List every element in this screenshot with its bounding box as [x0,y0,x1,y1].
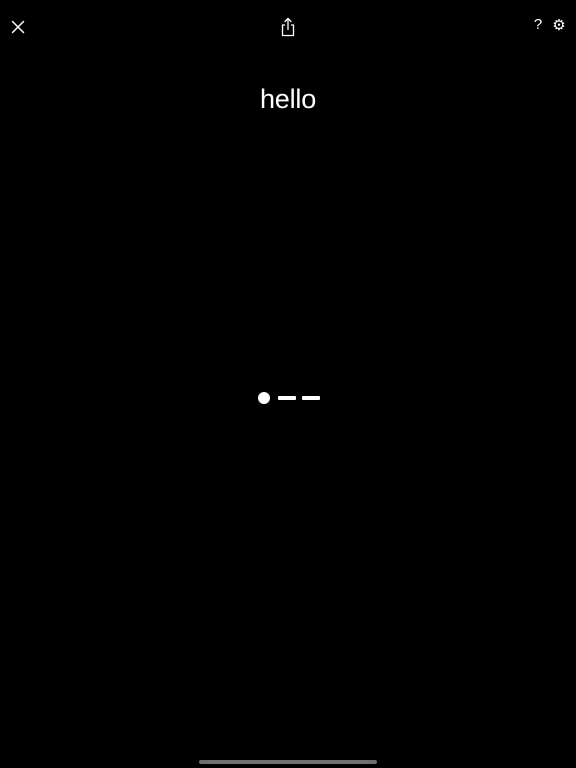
morse-dot-symbol [258,392,270,404]
gear-icon: ⚙ [552,16,566,34]
settings-button[interactable]: ⚙ [549,14,569,36]
close-icon [11,20,25,34]
morse-code-display [252,388,332,408]
help-icon: ? [533,16,543,33]
morse-dash-symbol [278,396,296,400]
morse-dash-symbol [302,396,320,400]
share-icon [281,17,295,37]
home-indicator[interactable] [199,760,377,764]
share-button[interactable] [276,14,300,40]
close-button[interactable] [6,15,30,39]
current-word: hello [259,84,317,114]
help-button[interactable]: ? [528,13,548,37]
top-toolbar: ? ⚙ [0,0,576,52]
